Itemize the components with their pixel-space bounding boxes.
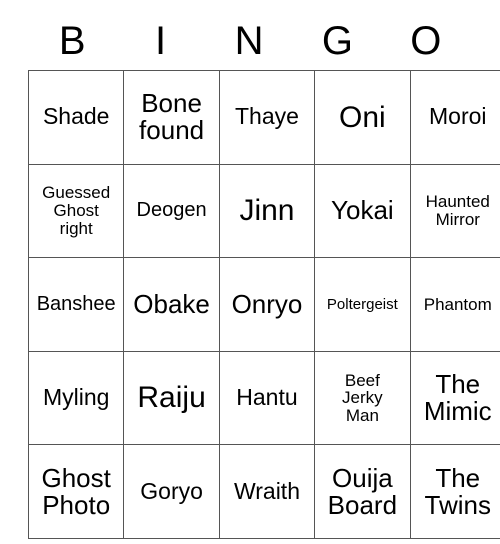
bingo-cell-label: The Mimic — [423, 369, 492, 427]
bingo-row: Shade Bone found Thaye Oni Moroi — [27, 70, 500, 165]
bingo-cell-label: Poltergeist — [326, 295, 398, 313]
bingo-cell-i1[interactable]: Bone found — [123, 70, 220, 165]
header-letter-n: N — [234, 19, 264, 63]
bingo-cell-label: Wraith — [233, 477, 300, 504]
bingo-cell-g5[interactable]: Ouija Board — [314, 444, 411, 539]
bingo-cell-o2[interactable]: Haunted Mirror — [409, 163, 500, 259]
bingo-cell-label: Raiju — [137, 381, 206, 415]
bingo-cell-label: Obake — [133, 288, 210, 319]
bingo-cell-label: Bone found — [139, 88, 205, 146]
bingo-cell-i2[interactable]: Deogen — [123, 163, 220, 259]
bingo-cell-g4[interactable]: Beef Jerky Man — [314, 350, 411, 446]
bingo-cell-label: Shade — [42, 103, 110, 130]
bingo-cell-label: Yokai — [331, 195, 394, 226]
bingo-cell-label: Ouija Board — [327, 462, 398, 520]
bingo-card: B I N G O Shade Bone found Thaye Oni Mor… — [27, 12, 500, 539]
bingo-cell-label: Guessed Ghost right — [42, 183, 111, 238]
bingo-cell-b3[interactable]: Banshee — [27, 257, 125, 352]
bingo-cell-g2[interactable]: Yokai — [314, 163, 411, 259]
bingo-cell-n5[interactable]: Wraith — [218, 444, 316, 539]
bingo-cell-n4[interactable]: Hantu — [218, 350, 316, 446]
bingo-cell-n2[interactable]: Jinn — [218, 163, 316, 259]
header-letter-g: G — [321, 19, 353, 63]
bingo-cell-g1[interactable]: Oni — [314, 70, 411, 165]
header-letter-o: O — [410, 19, 442, 63]
bingo-cell-o4[interactable]: The Mimic — [409, 350, 500, 446]
bingo-cell-label: Deogen — [136, 199, 207, 222]
bingo-cell-i5[interactable]: Goryo — [123, 444, 220, 539]
bingo-row: Guessed Ghost right Deogen Jinn Yokai Ha… — [27, 163, 500, 259]
bingo-cell-label: Onryo — [231, 288, 303, 319]
bingo-cell-label: Myling — [42, 384, 110, 411]
bingo-cell-label: Hantu — [236, 384, 298, 411]
bingo-cell-label: Ghost Photo — [41, 462, 111, 520]
bingo-cell-label: Haunted Mirror — [425, 192, 490, 229]
bingo-cell-label: Moroi — [429, 103, 487, 130]
bingo-cell-g3[interactable]: Poltergeist — [314, 257, 411, 352]
bingo-grid: Shade Bone found Thaye Oni Moroi Guessed… — [27, 70, 500, 539]
bingo-cell-label: Banshee — [36, 293, 116, 316]
bingo-row: Banshee Obake Onryo Poltergeist Phantom — [27, 257, 500, 352]
bingo-cell-o5[interactable]: The Twins — [409, 444, 500, 539]
bingo-cell-n1[interactable]: Thaye — [218, 70, 316, 165]
bingo-cell-o3[interactable]: Phantom — [409, 257, 500, 352]
bingo-cell-i4[interactable]: Raiju — [123, 350, 220, 446]
bingo-cell-b2[interactable]: Guessed Ghost right — [27, 163, 125, 259]
bingo-cell-label: Thaye — [235, 103, 299, 130]
bingo-cell-b5[interactable]: Ghost Photo — [27, 444, 125, 539]
bingo-cell-o1[interactable]: Moroi — [409, 70, 500, 165]
header-letter-i: I — [155, 19, 167, 63]
bingo-cell-label: Oni — [339, 100, 386, 134]
bingo-cell-n3[interactable]: Onryo — [218, 257, 316, 352]
bingo-cell-label: Jinn — [239, 194, 295, 228]
bingo-cell-i3[interactable]: Obake — [123, 257, 220, 352]
bingo-row: Ghost Photo Goryo Wraith Ouija Board The… — [27, 444, 500, 539]
bingo-cell-label: The Twins — [424, 462, 491, 520]
bingo-cell-label: Goryo — [140, 477, 203, 504]
bingo-cell-label: Beef Jerky Man — [342, 370, 383, 425]
bingo-cell-b1[interactable]: Shade — [27, 70, 125, 165]
bingo-cell-b4[interactable]: Myling — [27, 350, 125, 446]
header-letter-b: B — [58, 19, 86, 63]
bingo-header-row: B I N G O — [28, 12, 470, 70]
bingo-row: Myling Raiju Hantu Beef Jerky Man The Mi… — [27, 350, 500, 446]
bingo-cell-label: Phantom — [423, 294, 492, 314]
